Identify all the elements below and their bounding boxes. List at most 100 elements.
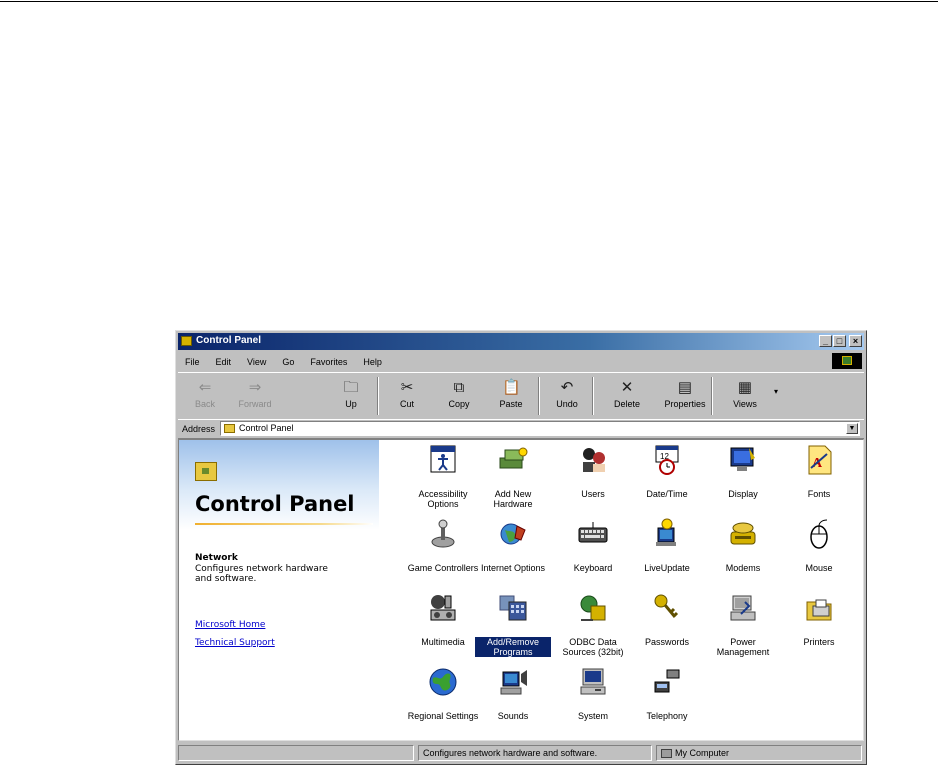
control-panel-item[interactable]: Passwords (629, 592, 705, 647)
cut-label: Cut (399, 399, 414, 409)
windows-logo-icon (832, 353, 862, 369)
paste-button[interactable]: 📋 Paste (488, 375, 534, 417)
paste-icon: 📋 (502, 379, 521, 396)
undo-label: Undo (556, 399, 578, 409)
undo-icon: ↶ (560, 379, 574, 396)
address-field[interactable]: Control Panel ▼ (220, 421, 860, 436)
control-panel-item[interactable]: Game Controllers (405, 518, 481, 573)
odbc-icon (580, 595, 606, 621)
control-panel-item[interactable]: System (555, 666, 631, 721)
item-label: Users (581, 489, 605, 499)
multimedia-icon (430, 595, 456, 621)
control-panel-item[interactable]: Keyboard (555, 518, 631, 573)
folder-icon (224, 424, 235, 433)
properties-button[interactable]: ▤ Properties (662, 375, 708, 417)
status-zone-label: My Computer (675, 748, 730, 758)
control-panel-item[interactable]: Add/Remove Programs (475, 592, 551, 657)
control-panel-item[interactable]: Modems (705, 518, 781, 573)
control-panel-item[interactable]: Mouse (781, 518, 857, 573)
scissors-icon: ✂ (400, 379, 414, 396)
control-panel-item[interactable]: ODBC Data Sources (32bit) (555, 592, 631, 657)
fonts-icon: A (808, 445, 832, 475)
item-label: Modems (725, 563, 761, 573)
minimize-button[interactable]: _ (819, 335, 832, 347)
control-panel-folder-icon (181, 336, 192, 346)
control-panel-item[interactable]: A Fonts (781, 444, 857, 499)
control-panel-item[interactable]: Printers (781, 592, 857, 647)
control-panel-item[interactable]: Regional Settings (405, 666, 481, 721)
system-computer-icon (580, 668, 606, 695)
telephony-icon (654, 669, 680, 693)
views-icon: ▦ (737, 379, 753, 396)
title-bar[interactable]: Control Panel _ □ × (178, 333, 864, 350)
item-label: Passwords (644, 637, 689, 647)
copy-label: Copy (448, 399, 470, 409)
control-panel-item[interactable]: 12 Date/Time (629, 444, 705, 499)
control-panel-item[interactable]: Accessibility Options (405, 444, 481, 509)
control-panel-item[interactable]: Multimedia (405, 592, 481, 647)
add-hardware-icon (499, 447, 528, 469)
control-panel-item[interactable]: Users (555, 444, 631, 499)
undo-button[interactable]: ↶ Undo (544, 375, 590, 417)
power-management-icon (730, 595, 756, 621)
forward-label: Forward (238, 399, 272, 409)
users-icon (583, 448, 605, 472)
item-label: Power Management (716, 637, 770, 657)
views-dropdown-arrow-icon[interactable]: ▾ (774, 387, 778, 396)
address-value: Control Panel (239, 423, 294, 433)
item-label: Accessibility Options (418, 489, 468, 509)
address-label: Address (182, 424, 216, 434)
printers-icon (806, 599, 832, 621)
toolbar-separator (538, 377, 540, 415)
control-panel-item[interactable]: Power Management (705, 592, 781, 657)
delete-button[interactable]: ✕ Delete (604, 375, 650, 417)
copy-button[interactable]: ⧉ Copy (436, 375, 482, 417)
control-panel-item[interactable]: Telephony (629, 666, 705, 721)
control-panel-item[interactable]: Add New Hardware (475, 444, 551, 509)
maximize-button[interactable]: □ (833, 335, 846, 347)
address-dropdown-button[interactable]: ▼ (846, 423, 858, 434)
control-panel-window: Control Panel _ □ × File Edit View Go Fa… (175, 330, 867, 765)
forward-button[interactable]: ⇒ Forward (232, 375, 278, 417)
control-panel-item[interactable]: Display (705, 444, 781, 499)
properties-label: Properties (664, 399, 706, 409)
menu-view[interactable]: View (244, 355, 269, 371)
paste-label: Paste (499, 399, 523, 409)
control-panel-items: Accessibility Options Add New Hardware Use… (179, 440, 863, 740)
views-button[interactable]: ▦ Views (722, 375, 768, 417)
item-label: Regional Settings (407, 711, 479, 721)
menu-edit[interactable]: Edit (213, 355, 235, 371)
live-update-icon (656, 518, 676, 546)
item-label: Add/Remove Programs (475, 637, 551, 657)
menu-file[interactable]: File (182, 355, 203, 371)
back-button[interactable]: ⇐ Back (182, 375, 228, 417)
window-title: Control Panel (196, 335, 262, 346)
menu-go[interactable]: Go (279, 355, 297, 371)
cut-button[interactable]: ✂ Cut (384, 375, 430, 417)
item-label: Date/Time (646, 489, 688, 499)
control-panel-item[interactable]: Sounds (475, 666, 551, 721)
joystick-icon (431, 519, 455, 548)
item-label: ODBC Data Sources (32bit) (562, 637, 624, 657)
item-label: Display (728, 489, 758, 499)
address-bar: Address Control Panel ▼ (178, 419, 864, 439)
add-remove-programs-icon (499, 595, 527, 621)
status-message: Configures network hardware and software… (418, 745, 652, 761)
modem-icon (730, 522, 756, 545)
menu-bar: File Edit View Go Favorites Help (182, 355, 385, 371)
back-label: Back (194, 399, 215, 409)
item-label: Mouse (805, 563, 833, 573)
close-button[interactable]: × (849, 335, 862, 347)
status-bar: Configures network hardware and software… (178, 743, 864, 763)
item-label: Multimedia (421, 637, 465, 647)
copy-icon: ⧉ (453, 379, 465, 396)
control-panel-item[interactable]: LiveUpdate (629, 518, 705, 573)
item-label: Telephony (646, 711, 688, 721)
keyboard-icon (578, 522, 608, 543)
control-panel-item[interactable]: Internet Options (475, 518, 551, 573)
menu-favorites[interactable]: Favorites (307, 355, 350, 371)
up-button[interactable]: 🗀 Up (328, 375, 374, 417)
globe-icon (429, 668, 457, 696)
menu-help[interactable]: Help (360, 355, 385, 371)
properties-icon: ▤ (677, 379, 693, 396)
